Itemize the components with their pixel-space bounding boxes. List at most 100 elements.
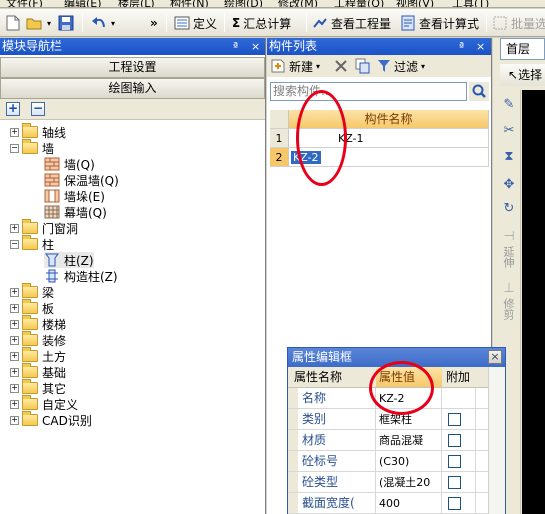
search-icon[interactable]: [469, 82, 489, 101]
save-icon[interactable]: [58, 13, 74, 33]
rotate-icon[interactable]: ↻: [500, 200, 518, 218]
expand-icon[interactable]: +: [10, 287, 19, 297]
property-row[interactable]: 砼类型 (混凝土20: [288, 472, 505, 493]
menu-view[interactable]: 视图(V): [396, 0, 434, 7]
table-row[interactable]: 1 KZ-1: [270, 129, 489, 148]
tree-leaf-item[interactable]: 柱(Z): [44, 252, 94, 268]
open-folder-icon[interactable]: ▾: [26, 13, 51, 33]
floor-select[interactable]: 首层: [500, 38, 545, 60]
menu-quantity[interactable]: 工程量(Q): [334, 0, 384, 7]
tree-folder-item[interactable]: − 墙: [10, 139, 54, 156]
view-formula-button[interactable]: 查看计算式: [400, 13, 479, 33]
close-icon[interactable]: ×: [488, 350, 502, 364]
extra-checkbox[interactable]: [448, 454, 461, 468]
extra-checkbox[interactable]: [448, 433, 461, 447]
close-icon[interactable]: ×: [476, 38, 485, 55]
property-value[interactable]: 框架柱: [376, 409, 442, 429]
property-row[interactable]: 材质 商品混凝: [288, 430, 505, 451]
view-quantity-button[interactable]: 查看工程量: [312, 13, 391, 33]
scissors-icon[interactable]: ✂: [500, 122, 518, 140]
property-row[interactable]: 砼标号 (C30): [288, 451, 505, 472]
extra-checkbox[interactable]: [448, 496, 461, 510]
menu-edit[interactable]: 编辑(E): [64, 0, 102, 7]
menu-draw[interactable]: 绘图(D): [224, 0, 263, 7]
tree-folder-item[interactable]: + 梁: [10, 283, 54, 300]
expand-icon[interactable]: +: [10, 351, 19, 361]
property-dialog-titlebar[interactable]: 属性编辑框 ×: [288, 348, 505, 367]
tree-folder-item[interactable]: + 土方: [10, 347, 66, 364]
tree-leaf-item[interactable]: 幕墙(Q): [44, 204, 107, 220]
menu-floor[interactable]: 楼层(L): [118, 0, 155, 7]
table-row[interactable]: 2 KZ-2: [270, 148, 489, 167]
collapse-all-icon[interactable]: −: [31, 102, 45, 116]
tree-folder-item[interactable]: + 楼梯: [10, 315, 66, 332]
tree-leaf-item[interactable]: 构造柱(Z): [44, 268, 118, 284]
property-value[interactable]: (C30): [376, 451, 442, 471]
define-button[interactable]: 定义: [174, 13, 217, 33]
component-name-header[interactable]: 构件名称: [289, 110, 489, 128]
delete-icon[interactable]: [333, 56, 349, 76]
extend-icon[interactable]: ⊣: [500, 228, 518, 246]
brush-icon[interactable]: ✎: [500, 96, 518, 114]
tree-folder-item[interactable]: + 板: [10, 299, 54, 316]
tree-folder-item[interactable]: + 装修: [10, 331, 66, 348]
property-row[interactable]: 类别 框架柱: [288, 409, 505, 430]
drawing-canvas[interactable]: [522, 90, 545, 514]
property-scrollbar[interactable]: [488, 367, 505, 514]
close-icon[interactable]: ×: [251, 38, 260, 55]
pin-icon[interactable]: ª: [233, 38, 238, 55]
property-value[interactable]: KZ-2: [376, 388, 442, 408]
extra-checkbox[interactable]: [448, 475, 461, 489]
trim-icon[interactable]: ⊥: [500, 280, 518, 298]
tree-folder-item[interactable]: + 自定义: [10, 395, 78, 412]
move-icon[interactable]: ✥: [500, 176, 518, 194]
tree-leaf-item[interactable]: 墙垛(E): [44, 188, 105, 204]
tree-folder-item[interactable]: + 其它: [10, 379, 66, 396]
filter-button[interactable]: 过滤 ▾: [377, 56, 425, 76]
expand-icon[interactable]: +: [10, 319, 19, 329]
copy-icon[interactable]: [355, 56, 371, 76]
expand-icon[interactable]: +: [10, 223, 19, 233]
expand-icon[interactable]: +: [10, 415, 19, 425]
expand-icon[interactable]: +: [10, 367, 19, 377]
project-settings-button[interactable]: 工程设置: [0, 57, 265, 78]
drawing-input-button[interactable]: 绘图输入: [0, 78, 265, 99]
component-name-cell[interactable]: KZ-2: [289, 148, 489, 166]
mirror-icon[interactable]: ⧗: [500, 148, 518, 166]
expand-icon[interactable]: +: [10, 127, 19, 137]
menu-tools[interactable]: 工具(T): [452, 0, 489, 7]
expand-icon[interactable]: +: [10, 335, 19, 345]
property-value[interactable]: (混凝土20: [376, 472, 442, 492]
property-value[interactable]: 商品混凝: [376, 430, 442, 450]
menu-component[interactable]: 构件(N): [170, 0, 209, 7]
property-row[interactable]: 截面宽度(400: [288, 493, 505, 514]
property-value[interactable]: 400: [376, 493, 442, 513]
tree-folder-item[interactable]: + 轴线: [10, 123, 66, 140]
expand-all-icon[interactable]: +: [6, 102, 20, 116]
batch-select-button[interactable]: 批量选择: [492, 13, 545, 33]
tree-folder-item[interactable]: + 基础: [10, 363, 66, 380]
select-button[interactable]: ↖选择: [500, 64, 545, 86]
sum-calc-button[interactable]: Σ 汇总计算: [232, 13, 291, 33]
expand-icon[interactable]: +: [10, 383, 19, 393]
tree-folder-item[interactable]: + 门窗洞: [10, 219, 78, 236]
tree-folder-item[interactable]: − 柱: [10, 235, 54, 252]
expand-icon[interactable]: +: [10, 399, 19, 409]
new-component-button[interactable]: 新建 ▾: [270, 56, 320, 76]
collapse-icon[interactable]: −: [10, 143, 19, 153]
collapse-icon[interactable]: −: [10, 239, 19, 249]
menu-modify[interactable]: 修改(M): [278, 0, 318, 7]
menu-file[interactable]: 文件(F): [6, 0, 43, 7]
tree-leaf-item[interactable]: 墙(Q): [44, 156, 95, 172]
component-name-edit[interactable]: KZ-2: [291, 151, 321, 164]
expand-icon[interactable]: +: [10, 303, 19, 313]
component-name-cell[interactable]: KZ-1: [289, 129, 489, 147]
component-search-input[interactable]: 搜索构件...: [270, 82, 467, 101]
extra-checkbox[interactable]: [448, 412, 461, 426]
toolbar-more[interactable]: »: [150, 13, 158, 33]
property-row[interactable]: 名称 KZ-2: [288, 388, 505, 409]
tree-leaf-item[interactable]: 保温墙(Q): [44, 172, 119, 188]
pin-icon[interactable]: ª: [459, 38, 464, 55]
undo-icon[interactable]: ▾: [90, 13, 115, 33]
tree-folder-item[interactable]: + CAD识别: [10, 411, 92, 428]
